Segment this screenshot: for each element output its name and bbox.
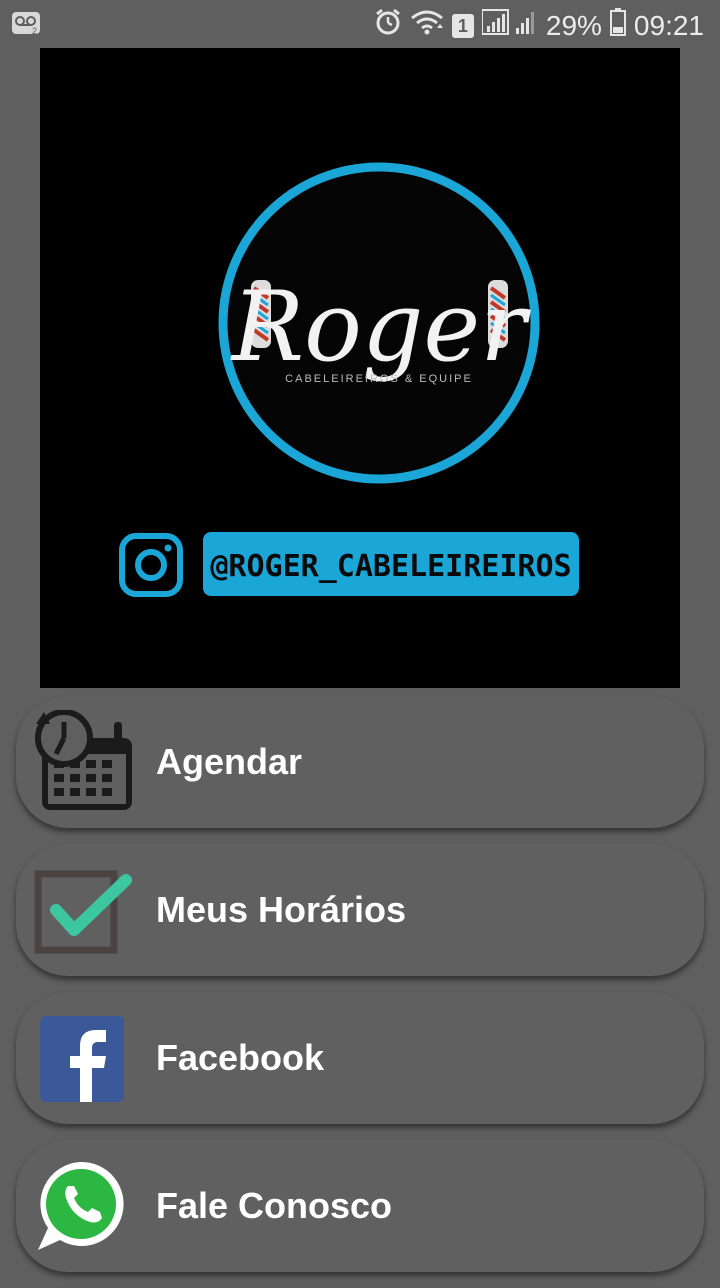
clock: 09:21	[633, 9, 704, 41]
menu-item-label: Meus Horários	[156, 889, 407, 930]
calendar-clock-icon	[34, 709, 138, 814]
instagram-handle: @ROGER_CABELEIREIROS	[210, 549, 571, 584]
brand-logo: Roger CABELEIREIROS & EQUIPE @ROGER_CABE…	[119, 162, 579, 597]
menu-item-label: Facebook	[156, 1037, 325, 1078]
menu-item-facebook[interactable]: Facebook	[16, 992, 704, 1124]
status-bar: 2 1 29% 09:21	[0, 0, 720, 48]
svg-text:2: 2	[32, 26, 37, 36]
menu-item-label: Agendar	[156, 741, 303, 782]
battery-icon	[609, 8, 626, 43]
sim-slot-badge: 1	[451, 13, 474, 38]
wifi-icon	[410, 8, 444, 43]
brand-banner: Roger CABELEIREIROS & EQUIPE @ROGER_CABE…	[40, 48, 680, 688]
signal-icon	[480, 8, 538, 43]
brand-tagline: CABELEIREIROS & EQUIPE	[285, 373, 473, 385]
main-menu: Agendar Meus Horários Facebook Fale Cono…	[16, 696, 704, 1288]
sim-slot-label: 1	[457, 15, 468, 36]
alarm-icon	[374, 8, 402, 43]
battery-percent: 29%	[545, 9, 602, 41]
instagram-icon	[119, 533, 183, 597]
voicemail-icon: 2	[12, 10, 42, 43]
checkbox-check-icon	[34, 858, 138, 962]
menu-item-label: Fale Conosco	[156, 1185, 393, 1226]
brand-name: Roger	[230, 271, 531, 383]
menu-item-fale-conosco[interactable]: Fale Conosco	[16, 1140, 704, 1272]
whatsapp-icon	[34, 1154, 138, 1258]
menu-item-meus-horarios[interactable]: Meus Horários	[16, 844, 704, 976]
facebook-icon	[34, 1006, 138, 1110]
menu-item-agendar[interactable]: Agendar	[16, 696, 704, 828]
